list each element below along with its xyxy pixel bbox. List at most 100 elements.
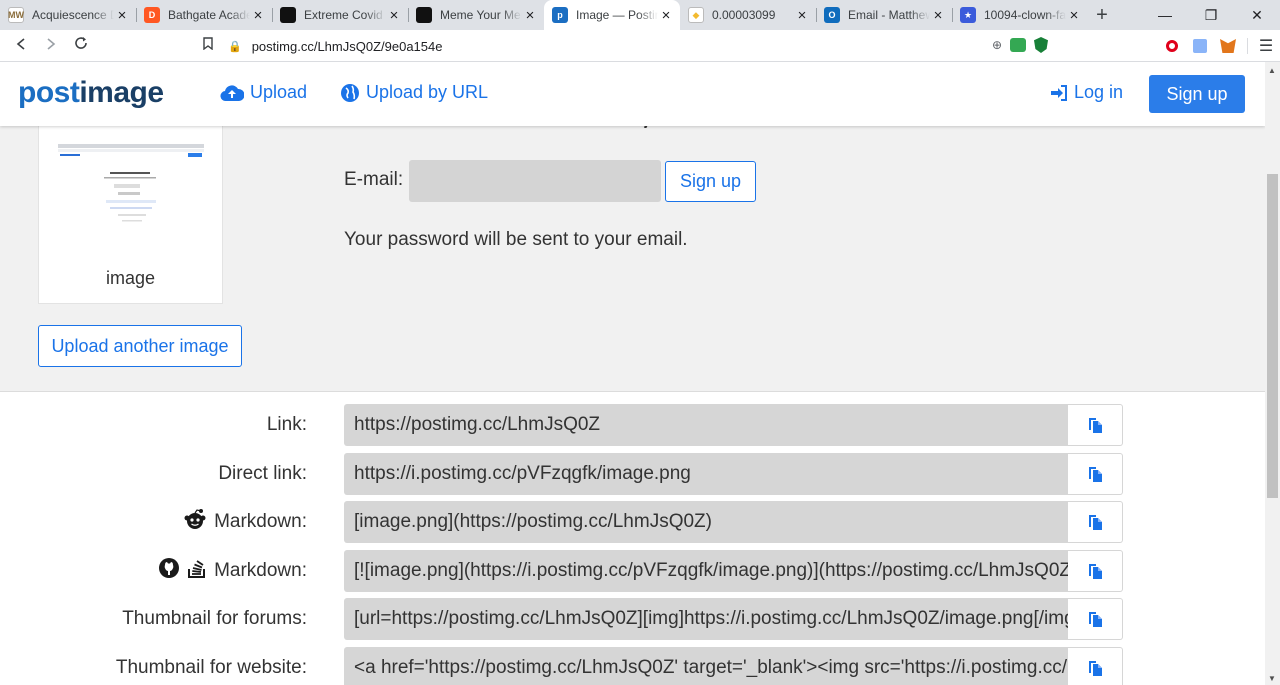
tab-title: Acquiescence Dr [32, 8, 114, 22]
share-row-label-text: Link: [266, 414, 307, 435]
share-row-label: Link: [267, 404, 307, 446]
browser-tab[interactable]: O Email - Matthew × [816, 0, 952, 30]
copy-icon[interactable] [1068, 452, 1123, 495]
browser-tab[interactable]: Meme Your Men × [408, 0, 544, 30]
password-note: Your password will be sent to your email… [344, 229, 688, 250]
translate-icon[interactable] [1186, 30, 1214, 62]
upload-result-panel: image Upload another image E-mail: Sign … [0, 113, 1265, 392]
nav-login-label: Log in [1074, 82, 1124, 102]
share-row: Thumbnail for website: <a href='https://p… [0, 647, 1265, 685]
browser-tab[interactable]: D Bathgate Acade × [136, 0, 272, 30]
url-text: postimg.cc/LhmJsQ0Z/9e0a154e [251, 38, 443, 54]
tab-favicon-icon: ★ [960, 7, 976, 23]
copy-icon[interactable] [1068, 549, 1123, 592]
extensions-area: ☰ [1158, 30, 1280, 62]
share-row-label-text: Markdown: [214, 559, 307, 581]
header-signup-button[interactable]: Sign up [1149, 75, 1245, 113]
share-row: Markdown: [![image.png](https://i.postimg… [0, 549, 1265, 592]
copy-icon[interactable] [1068, 598, 1123, 641]
share-link-field[interactable]: [image.png](https://postimg.cc/LhmJsQ0Z) [344, 501, 1068, 544]
share-row: Direct link: https://i.postimg.cc/pVFzqgf… [0, 452, 1265, 495]
share-row-label: Direct link: [218, 453, 307, 495]
share-link-field[interactable]: https://postimg.cc/LhmJsQ0Z [344, 404, 1068, 446]
postimage-logo[interactable]: postimage [18, 76, 164, 110]
share-row: Link: https://postimg.cc/LhmJsQ0Z [0, 404, 1265, 446]
logo-text: post [18, 76, 80, 109]
share-link-field[interactable]: https://i.postimg.cc/pVFzqgfk/image.png [344, 452, 1068, 495]
tab-favicon-icon [280, 7, 296, 23]
nav-upload-by-url[interactable]: Upload by URL [340, 82, 488, 103]
tab-close-icon[interactable]: × [522, 7, 538, 24]
page-scrollbar[interactable]: ▲ ▼ [1265, 62, 1280, 685]
scrollbar-thumb[interactable] [1267, 174, 1278, 498]
cloud-upload-icon [220, 84, 244, 101]
share-row: Thumbnail for forums: [url=https://postim… [0, 598, 1265, 641]
globe-icon [341, 83, 359, 102]
menu-icon[interactable]: ☰ [1252, 30, 1280, 62]
tab-title: 0.00003099 [712, 8, 776, 22]
share-link-field[interactable]: <a href='https://postimg.cc/LhmJsQ0Z' ta… [344, 647, 1068, 685]
nav-upload-label: Upload [250, 82, 308, 102]
browser-tab[interactable]: Extreme Covid n × [272, 0, 408, 30]
tab-close-icon[interactable]: × [114, 7, 130, 24]
extension-green-icon[interactable] [1010, 38, 1026, 52]
reload-icon[interactable] [66, 36, 96, 55]
email-signup-button[interactable]: Sign up [665, 161, 756, 202]
stackoverflow-icon [186, 557, 208, 585]
nav-upload[interactable]: Upload [220, 82, 307, 103]
logo-text-accent: image [79, 76, 164, 109]
share-link-field[interactable]: [url=https://postimg.cc/LhmJsQ0Z][img]ht… [344, 598, 1068, 641]
tab-title: Bathgate Acade [168, 8, 250, 22]
minimize-icon[interactable]: — [1142, 0, 1188, 30]
image-thumbnail[interactable] [58, 144, 204, 226]
nav-login[interactable]: Log in [1050, 82, 1123, 103]
tab-favicon-icon [416, 7, 432, 23]
close-window-icon[interactable]: ✕ [1234, 0, 1280, 30]
share-row-label: Thumbnail for website: [116, 647, 307, 685]
email-field[interactable] [409, 160, 661, 202]
zoom-icon[interactable]: ⊕ [992, 38, 1002, 52]
upload-another-image-button[interactable]: Upload another image [38, 325, 242, 367]
tab-close-icon[interactable]: × [658, 7, 674, 24]
thumbnail-caption: image [105, 268, 156, 288]
restore-icon[interactable]: ❐ [1188, 0, 1234, 30]
tab-close-icon[interactable]: × [386, 7, 402, 24]
bookmark-icon[interactable] [193, 36, 223, 55]
opera-icon[interactable] [1158, 30, 1186, 62]
share-row-label-text: Thumbnail for forums: [122, 608, 307, 630]
share-row-label: Markdown: [182, 501, 307, 543]
back-icon[interactable] [6, 37, 36, 55]
window-controls: — ❐ ✕ [1142, 0, 1280, 30]
tab-title: 10094-clown-fa [984, 8, 1066, 22]
address-bar[interactable]: 🔒 postimg.cc/LhmJsQ0Z/9e0a154e ⊕ [228, 33, 1052, 59]
shield-icon[interactable] [1034, 37, 1048, 53]
scroll-down-arrow-icon[interactable]: ▼ [1268, 674, 1276, 683]
github-icon [158, 557, 180, 585]
tab-close-icon[interactable]: × [250, 7, 266, 24]
sign-in-icon [1051, 84, 1067, 101]
share-row-label-text: Thumbnail for website: [115, 657, 307, 678]
page-content: postimage Upload Upload by URL Log in Si… [0, 62, 1265, 685]
tab-title: Image — Postim [576, 8, 658, 22]
forward-icon[interactable] [36, 37, 66, 55]
new-tab-button[interactable]: + [1088, 0, 1116, 30]
browser-tab[interactable]: ★ 10094-clown-fa × [952, 0, 1088, 30]
tab-favicon-icon: p [552, 7, 568, 23]
tab-close-icon[interactable]: × [794, 7, 810, 24]
share-link-field[interactable]: [![image.png](https://i.postimg.cc/pVFzq… [344, 549, 1068, 592]
site-header: postimage Upload Upload by URL Log in Si… [0, 62, 1265, 126]
browser-tab[interactable]: p Image — Postim × [544, 0, 680, 30]
copy-icon[interactable] [1068, 404, 1123, 446]
tab-close-icon[interactable]: × [1066, 7, 1082, 24]
image-thumbnail-card[interactable]: image [38, 126, 223, 304]
browser-tab[interactable]: MW Acquiescence Dr × [0, 0, 136, 30]
scroll-up-arrow-icon[interactable]: ▲ [1268, 66, 1276, 75]
metamask-icon[interactable] [1214, 30, 1242, 62]
copy-icon[interactable] [1068, 647, 1123, 685]
copy-icon[interactable] [1068, 501, 1123, 544]
tab-favicon-icon: ◆ [688, 7, 704, 23]
browser-tab[interactable]: ◆ 0.00003099 × [680, 0, 816, 30]
share-row-label: Markdown: [158, 550, 307, 592]
tab-close-icon[interactable]: × [930, 7, 946, 24]
tab-favicon-icon: O [824, 7, 840, 23]
